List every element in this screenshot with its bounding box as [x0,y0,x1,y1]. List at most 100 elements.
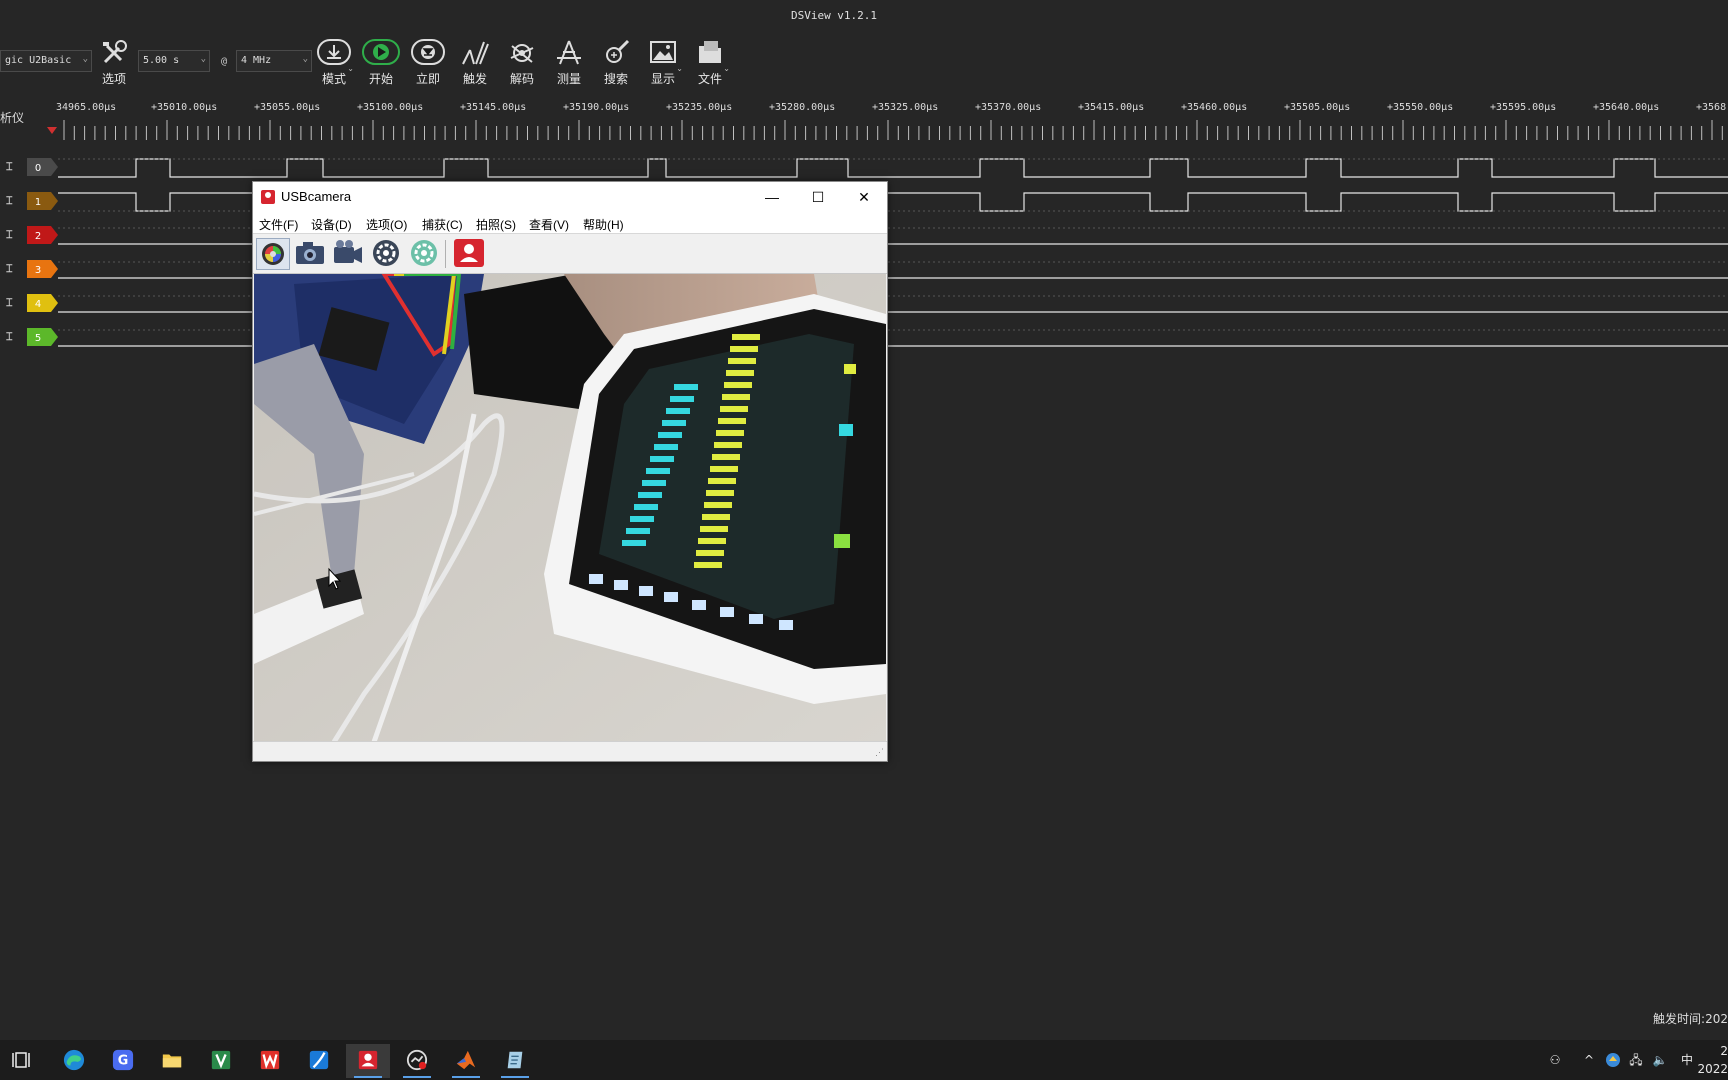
taskbar-dsview[interactable] [395,1044,439,1078]
minimize-button[interactable]: — [749,182,795,212]
active-indicator [354,1076,382,1078]
menu-options[interactable]: 选项(O) [366,216,407,233]
channel-tag: 2 [27,226,58,244]
taskbar-usbcamera[interactable] [346,1044,390,1078]
ruler-label: +35145.00μs [460,102,527,113]
rate-select[interactable]: 4 MHz ⌄ [236,50,312,72]
device-select[interactable]: gic U2Basic ⌄ [0,50,92,72]
tray-app[interactable] [1604,1040,1622,1080]
task-view-button[interactable] [0,1044,44,1078]
taskbar-editor[interactable] [297,1044,341,1078]
trigger-marker-icon[interactable] [47,127,57,134]
waveform-ch0 [58,158,1728,178]
tray-network[interactable]: 🖧 [1626,1040,1646,1080]
user-button[interactable] [452,238,486,270]
measure-icon [557,40,581,65]
clock-time: 2 [1720,1044,1728,1058]
drag-handle-icon[interactable]: ⌶ [6,228,13,242]
channel-4[interactable]: ⌶ 4 [0,293,60,313]
channel-2[interactable]: ⌶ 2 [0,225,60,245]
record-button[interactable] [331,238,365,270]
ruler-ticks [63,120,1723,140]
menu-help[interactable]: 帮助(H) [583,216,624,233]
channel-1[interactable]: ⌶ 1 [0,191,60,211]
measure-button[interactable]: 测量 [547,38,591,87]
toolbar: gic U2Basic ⌄ 选项 5.00 s ⌄ @ 4 MHz ⌄ 模式 ⌄ 开始… [0,32,1728,92]
menu-capture[interactable]: 捕获(C) [422,216,463,233]
instant-button[interactable]: 立即 [406,38,450,87]
taskbar-file-explorer[interactable] [150,1044,194,1078]
menu-file[interactable]: 文件(F) [259,216,298,233]
taskbar-edge[interactable] [52,1044,96,1078]
channel-5[interactable]: ⌶ 5 [0,327,60,347]
snapshot-button[interactable] [293,238,327,270]
duration-select[interactable]: 5.00 s ⌄ [138,50,210,72]
wps-icon [260,1050,280,1070]
ruler-label: +35460.00μs [1181,102,1248,113]
people-icon: ⚇ [1549,1053,1561,1067]
user-icon [454,239,484,267]
close-button[interactable]: ✕ [841,182,887,212]
taskbar-spreadsheet[interactable] [199,1044,243,1078]
mode-button[interactable]: 模式 ⌄ [312,38,356,87]
usbcamera-titlebar[interactable]: USBcamera — ☐ ✕ [253,182,887,212]
taskbar-notepad[interactable] [493,1044,537,1078]
tray-people[interactable]: ⚇ [1544,1040,1566,1080]
tray-overflow[interactable]: ^ [1580,1040,1598,1080]
decode-icon [510,44,534,63]
color-wheel-icon [262,243,284,265]
ruler-label: +35190.00μs [563,102,630,113]
drag-handle-icon[interactable]: ⌶ [6,262,13,276]
usbcamera-statusbar: ⋰ [253,741,887,761]
color-wheel-button[interactable] [256,238,290,270]
menu-view[interactable]: 查看(V) [529,216,569,233]
menu-device[interactable]: 设备(D) [311,216,352,233]
spreadsheet-icon [211,1050,231,1070]
at-sign: @ [221,56,228,67]
properties-button[interactable] [407,238,441,270]
start-button[interactable]: 开始 [359,38,403,87]
drag-handle-icon[interactable]: ⌶ [6,194,13,208]
svg-text:G: G [118,1054,129,1069]
menu-photo[interactable]: 拍照(S) [476,216,516,233]
file-button[interactable]: 文件 ⌄ [688,38,732,87]
camera-icon [296,242,324,264]
ruler-label: +35595.00μs [1490,102,1557,113]
app-title: DSView v1.2.1 [790,9,878,22]
decode-button[interactable]: 解码 [500,38,544,87]
search-button[interactable]: 搜索 [594,38,638,87]
drag-handle-icon[interactable]: ⌶ [6,330,13,344]
taskbar-matlab[interactable] [444,1044,488,1078]
settings-button[interactable] [369,238,403,270]
taskbar-wps[interactable] [248,1044,292,1078]
tray-volume[interactable]: 🔈 [1650,1040,1670,1080]
task-view-icon [12,1052,30,1068]
channel-3[interactable]: ⌶ 3 [0,259,60,279]
display-button[interactable]: 显示 ⌄ [641,38,685,87]
drag-handle-icon[interactable]: ⌶ [6,160,13,174]
decode-label: 解码 [509,72,534,86]
trigger-icon [462,41,489,65]
ruler-label: +35280.00μs [769,102,836,113]
channel-0[interactable]: ⌶ 0 [0,157,60,177]
taskbar-browser[interactable]: G [101,1044,145,1078]
camera-preview[interactable] [254,274,886,742]
channel-tag: 0 [27,158,58,176]
svg-text:2: 2 [35,231,41,242]
clock-date: 2022 [1697,1062,1728,1076]
time-ruler[interactable]: 34965.00μs +35010.00μs +35055.00μs +3510… [0,102,1728,116]
edge-icon [63,1049,85,1071]
video-camera-icon [334,240,362,263]
drag-handle-icon[interactable]: ⌶ [6,296,13,310]
maximize-button[interactable]: ☐ [795,182,841,212]
picture-icon [650,41,676,63]
trigger-button[interactable]: 触发 [453,38,497,87]
tray-ime[interactable]: 中 [1678,1040,1696,1080]
channel-tag: 1 [27,192,58,210]
network-icon: 🖧 [1629,1053,1643,1067]
options-button[interactable]: 选项 [92,38,136,87]
resize-grip-icon[interactable]: ⋰ [875,747,884,758]
usbcamera-window[interactable]: USBcamera — ☐ ✕ 文件(F) 设备(D) 选项(O) 捕获(C) … [252,181,888,762]
tray-clock[interactable]: 2 2022 [1697,1042,1728,1078]
editor-icon [309,1050,329,1070]
